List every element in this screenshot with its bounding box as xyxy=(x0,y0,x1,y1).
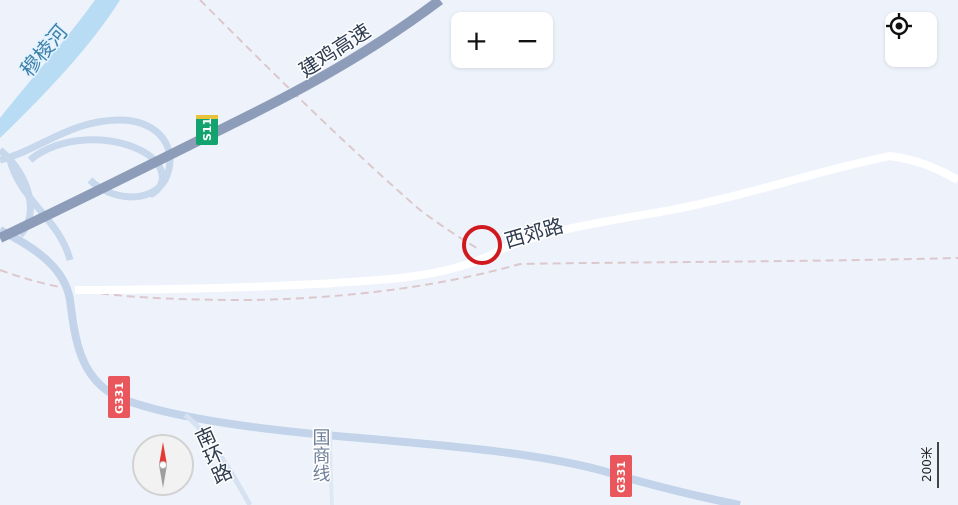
shield-s11: S11 xyxy=(196,115,218,145)
shield-g331-right: G331 xyxy=(610,455,632,497)
compass-button[interactable] xyxy=(132,434,194,496)
locate-button[interactable] xyxy=(885,12,937,67)
road-xijiao xyxy=(74,151,958,294)
shield-g331-left: G331 xyxy=(108,376,130,418)
zoom-out-button[interactable]: − xyxy=(506,18,550,62)
svg-text:G331: G331 xyxy=(615,461,628,493)
compass-needle-icon xyxy=(159,442,167,488)
scale-label: 200米 xyxy=(920,447,934,483)
road-label-guoshang: 国商线 xyxy=(310,428,331,482)
interchange-ramps xyxy=(0,116,174,261)
svg-text:G331: G331 xyxy=(113,382,126,414)
road-label-xijiao: 西郊路 xyxy=(502,213,566,253)
zoom-control: + − xyxy=(451,12,553,68)
scale-bar-line xyxy=(937,442,939,488)
svg-text:S11: S11 xyxy=(201,118,214,141)
map-layer: 建鸡高速 西郊路 南环路 国商线 穆棱河 S11 G331 G331 xyxy=(0,0,958,505)
road-label-nanhuan: 南环路 xyxy=(189,423,235,488)
scale-bar: 200米 xyxy=(918,440,940,490)
map-canvas[interactable]: 建鸡高速 西郊路 南环路 国商线 穆棱河 S11 G331 G331 + − 2… xyxy=(0,0,958,505)
zoom-in-button[interactable]: + xyxy=(455,18,499,62)
crosshair-target-icon xyxy=(886,13,912,39)
